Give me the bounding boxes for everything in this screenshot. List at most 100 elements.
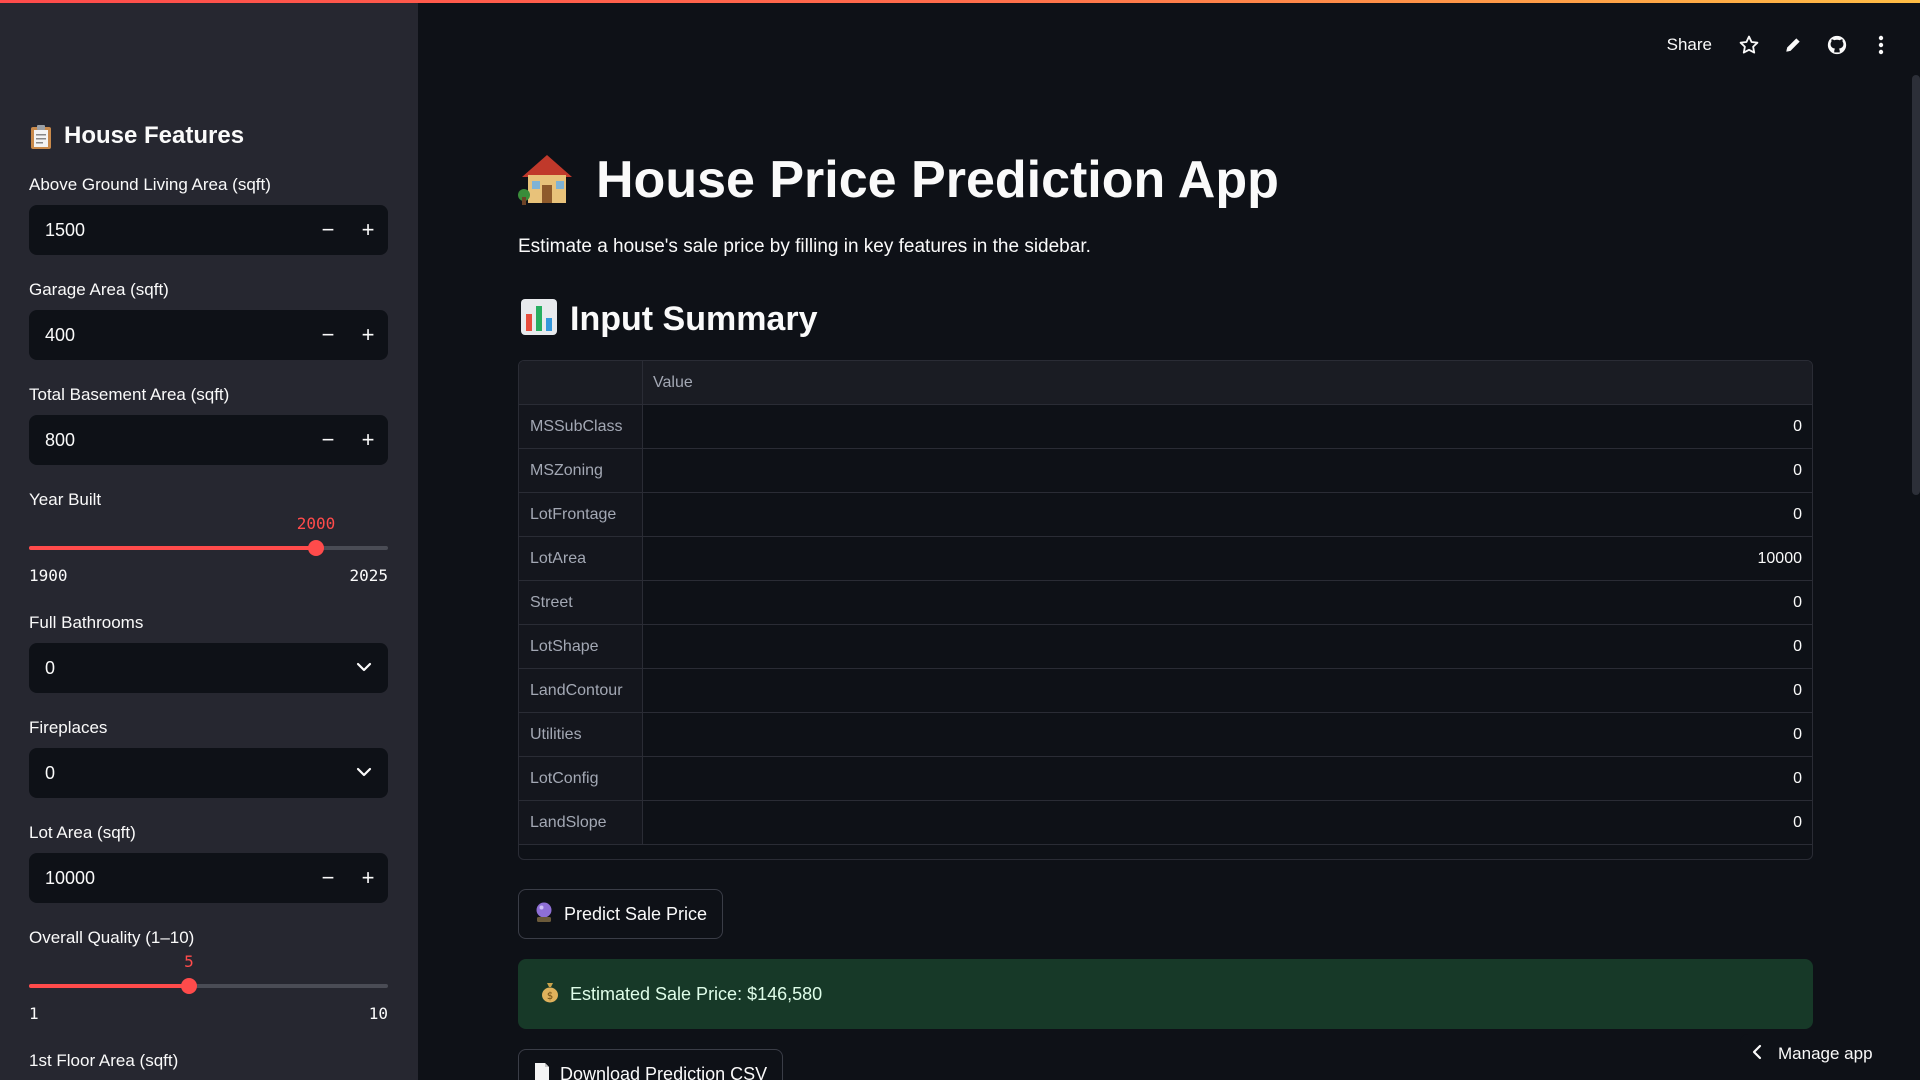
header-toolbar: Share — [1667, 30, 1892, 60]
basement-area-increment-button[interactable]: + — [348, 415, 388, 465]
full-bath-selected-value: 0 — [45, 657, 56, 678]
page-title-text: House Price Prediction App — [596, 151, 1279, 209]
overall-qual-label: Overall Quality (1–10) — [29, 928, 195, 947]
pencil-icon[interactable] — [1782, 34, 1804, 56]
fireplaces-selected-value: 0 — [45, 762, 56, 783]
sidebar-title-text: House Features — [64, 122, 245, 149]
summary-title-text: Input Summary — [570, 299, 818, 338]
input-summary-table[interactable]: Value MSSubClass 0 MSZoning 0 LotFrontage 0 Lo… — [518, 360, 1813, 860]
download-button-label: Download Prediction CSV — [560, 1063, 768, 1080]
overall-qual-slider-value: 5 — [184, 952, 194, 971]
predict-button[interactable]: Predict Sale Price — [518, 889, 724, 939]
garage-area-decrement-button[interactable]: − — [308, 310, 348, 360]
clipboard-icon — [30, 124, 52, 149]
gr-liv-area-value[interactable]: 1500 — [29, 220, 308, 241]
table-row-name: LotFrontage — [519, 493, 643, 536]
summary-title: Input Summary — [520, 298, 817, 340]
prediction-result-text: Estimated Sale Price: $146,580 — [570, 983, 823, 1004]
svg-text:$: $ — [547, 991, 553, 1002]
year-built-slider-fill — [29, 546, 316, 550]
first-floor-label: 1st Floor Area (sqft) — [29, 1051, 179, 1070]
table-row-value[interactable]: 0 — [643, 405, 1812, 448]
lot-area-increment-button[interactable]: + — [348, 853, 388, 903]
table-row-name: MSZoning — [519, 449, 643, 492]
table-row-value[interactable]: 0 — [643, 757, 1812, 800]
table-row-name: Street — [519, 581, 643, 624]
gr-liv-area-label: Above Ground Living Area (sqft) — [29, 175, 271, 194]
money-bag-icon: $ — [540, 981, 560, 1008]
basement-area-input[interactable]: 800 − + — [29, 415, 388, 465]
table-row[interactable]: LotFrontage 0 — [519, 493, 1812, 537]
basement-area-value[interactable]: 800 — [29, 430, 308, 451]
chevron-left-icon — [1752, 1044, 1762, 1065]
year-built-label: Year Built — [29, 490, 102, 509]
table-row-name: LotArea — [519, 537, 643, 580]
year-built-slider-max: 2025 — [349, 566, 388, 585]
overall-qual-slider[interactable]: 5 1 10 — [29, 952, 388, 1023]
chevron-down-icon — [356, 659, 372, 677]
table-row[interactable]: LandSlope 0 — [519, 801, 1812, 845]
gr-liv-area-decrement-button[interactable]: − — [308, 205, 348, 255]
table-row-name: Utilities — [519, 713, 643, 756]
garage-area-label: Garage Area (sqft) — [29, 280, 169, 299]
table-row[interactable]: LotConfig 0 — [519, 757, 1812, 801]
table-row-value[interactable]: 0 — [643, 801, 1812, 844]
table-row-value[interactable]: 0 — [643, 713, 1812, 756]
manage-app-label: Manage app — [1778, 1044, 1873, 1063]
year-built-slider-value: 2000 — [296, 514, 336, 533]
document-icon — [534, 1062, 550, 1080]
table-row-value[interactable]: 0 — [643, 449, 1812, 492]
table-row[interactable]: LotShape 0 — [519, 625, 1812, 669]
table-row[interactable]: LotArea 10000 — [519, 537, 1812, 581]
lot-area-decrement-button[interactable]: − — [308, 853, 348, 903]
table-header-value[interactable]: Value — [643, 361, 1812, 404]
lot-area-value[interactable]: 10000 — [29, 868, 308, 889]
table-row-value[interactable]: 0 — [643, 581, 1812, 624]
table-row-name: LotConfig — [519, 757, 643, 800]
garage-area-increment-button[interactable]: + — [348, 310, 388, 360]
page-title: House Price Prediction App — [518, 145, 1279, 215]
more-vert-icon[interactable] — [1870, 34, 1892, 56]
house-icon — [518, 151, 576, 210]
prediction-result-alert: $ Estimated Sale Price: $146,580 — [518, 959, 1813, 1029]
table-row[interactable]: Street 0 — [519, 581, 1812, 625]
github-icon[interactable] — [1826, 34, 1848, 56]
manage-app-button[interactable]: Manage app — [1740, 1034, 1900, 1074]
fireplaces-select[interactable]: 0 — [29, 748, 388, 798]
table-row-value[interactable]: 0 — [643, 625, 1812, 668]
lot-area-input[interactable]: 10000 − + — [29, 853, 388, 903]
table-row-value[interactable]: 0 — [643, 493, 1812, 536]
share-button[interactable]: Share — [1667, 35, 1712, 55]
main-scrollbar[interactable] — [1912, 75, 1920, 495]
table-row[interactable]: LandContour 0 — [519, 669, 1812, 713]
table-row-value[interactable]: 10000 — [643, 537, 1812, 580]
download-button[interactable]: Download Prediction CSV — [518, 1049, 784, 1080]
overall-qual-slider-min: 1 — [29, 1004, 39, 1023]
predict-button-label: Predict Sale Price — [564, 903, 708, 924]
chevron-down-icon — [356, 764, 372, 782]
table-row-value[interactable]: 0 — [643, 669, 1812, 712]
star-icon[interactable] — [1738, 34, 1760, 56]
table-row-name: LandSlope — [519, 801, 643, 844]
table-header-index — [519, 361, 643, 404]
sidebar-title: House Features — [30, 120, 244, 152]
table-header-row: Value — [519, 361, 1812, 405]
year-built-slider-thumb[interactable] — [308, 540, 324, 556]
year-built-slider-min: 1900 — [29, 566, 68, 585]
table-row[interactable]: MSSubClass 0 — [519, 405, 1812, 449]
table-row-name: MSSubClass — [519, 405, 643, 448]
table-row[interactable]: MSZoning 0 — [519, 449, 1812, 493]
table-row[interactable]: Utilities 0 — [519, 713, 1812, 757]
gr-liv-area-input[interactable]: 1500 − + — [29, 205, 388, 255]
garage-area-input[interactable]: 400 − + — [29, 310, 388, 360]
full-bath-select[interactable]: 0 — [29, 643, 388, 693]
year-built-slider[interactable]: 2000 1900 2025 — [29, 514, 388, 585]
table-row-name: LotShape — [519, 625, 643, 668]
overall-qual-slider-thumb[interactable] — [181, 978, 197, 994]
top-decoration-bar — [0, 0, 1920, 3]
garage-area-value[interactable]: 400 — [29, 325, 308, 346]
basement-area-label: Total Basement Area (sqft) — [29, 385, 230, 404]
gr-liv-area-increment-button[interactable]: + — [348, 205, 388, 255]
basement-area-decrement-button[interactable]: − — [308, 415, 348, 465]
full-bath-label: Full Bathrooms — [29, 613, 144, 632]
